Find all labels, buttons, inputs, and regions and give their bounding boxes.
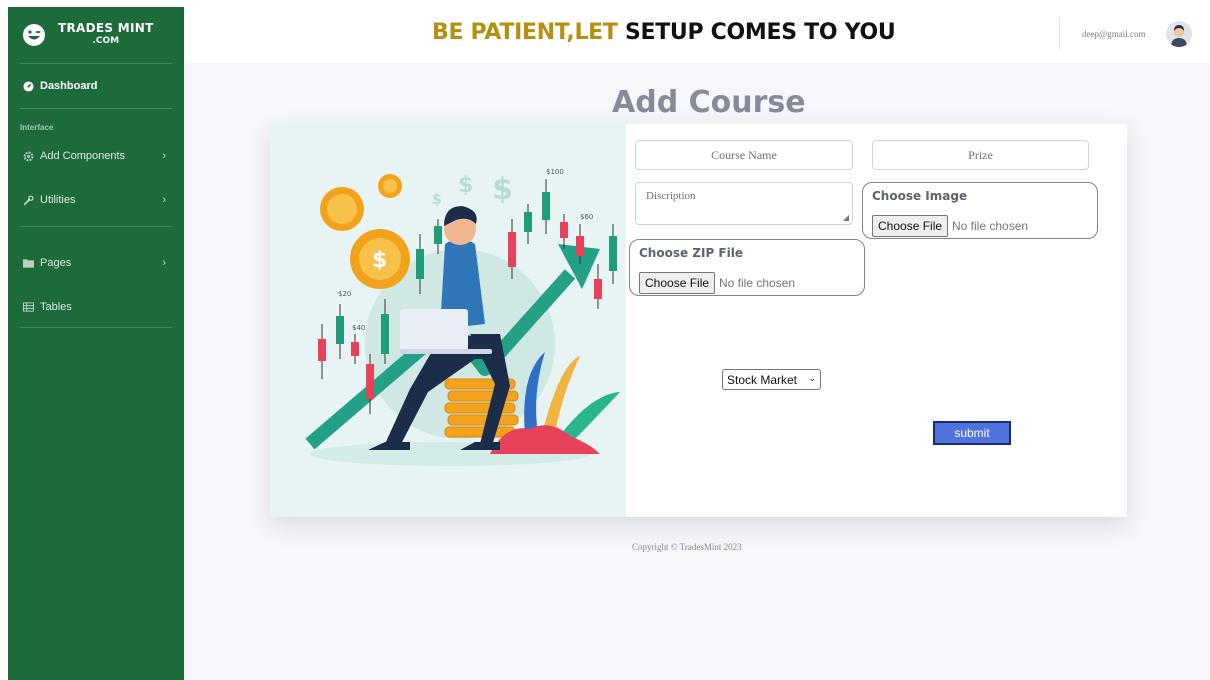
image-file-status: No file chosen <box>952 219 1029 233</box>
sidebar-divider <box>20 327 172 328</box>
price-label: $100 <box>546 168 564 176</box>
sidebar: TRADES MINT .COM Dashboard Interface Add… <box>8 7 184 680</box>
avatar[interactable] <box>1166 21 1192 47</box>
price-label: $20 <box>338 290 351 298</box>
page-title: Add Course <box>612 85 806 120</box>
page-headline: BE PATIENT,LET SETUP COMES TO YOU <box>432 20 896 45</box>
table-icon <box>20 299 36 315</box>
headline-part-2: SETUP COMES TO YOU <box>624 20 896 45</box>
chevron-right-icon: › <box>162 194 166 206</box>
sidebar-item-label: Pages <box>40 257 72 269</box>
svg-text:$: $ <box>458 173 473 198</box>
choose-zip-group: Choose ZIP File Choose File No file chos… <box>629 239 865 296</box>
price-label: $60 <box>580 213 593 221</box>
main-content: Add Course $100 $60 $20 $40 $ $ $ $ Cour… <box>184 63 1210 680</box>
category-selected-value: Stock Market <box>727 372 798 387</box>
trader-illustration: $100 $60 $20 $40 $ $ $ $ <box>305 168 620 466</box>
course-name-input[interactable]: Course Name <box>635 140 853 170</box>
wrench-icon <box>20 192 36 208</box>
topbar-divider <box>1059 17 1060 49</box>
user-avatar-icon <box>1166 21 1192 47</box>
sidebar-item-tables[interactable]: Tables <box>8 299 184 315</box>
category-select[interactable]: Stock Market ⌄ <box>722 369 821 390</box>
chevron-right-icon: › <box>162 257 166 269</box>
footer-copyright: Copyright © TradesMint 2023 <box>632 542 742 552</box>
gear-icon <box>20 148 36 164</box>
sidebar-item-add-components[interactable]: Add Components › <box>8 138 184 174</box>
prize-input[interactable]: Prize <box>872 140 1089 170</box>
sidebar-item-label: Add Components <box>40 150 125 162</box>
brand[interactable]: TRADES MINT .COM <box>8 7 184 63</box>
description-placeholder: Discription <box>646 190 696 202</box>
choose-zip-button[interactable]: Choose File <box>639 272 716 294</box>
price-label: $40 <box>352 324 365 332</box>
tachometer-icon <box>20 78 36 94</box>
user-email[interactable]: deep@gmail.com <box>1082 29 1146 39</box>
choose-image-label: Choose Image <box>872 189 968 203</box>
resize-handle-icon[interactable]: ◢ <box>843 213 849 222</box>
choose-image-button[interactable]: Choose File <box>872 215 949 237</box>
sidebar-item-label: Tables <box>40 301 72 313</box>
zip-file-status: No file chosen <box>719 276 796 290</box>
illustration-panel: $100 $60 $20 $40 $ $ $ $ <box>270 124 626 517</box>
add-course-card: $100 $60 $20 $40 $ $ $ $ Course Name Pri… <box>270 124 1127 517</box>
brand-domain: .COM <box>92 36 120 46</box>
sidebar-item-pages[interactable]: Pages › <box>8 227 184 299</box>
sidebar-item-label: Utilities <box>40 194 76 206</box>
choose-image-group: Choose Image Choose File No file chosen <box>862 182 1098 239</box>
submit-button[interactable]: submit <box>933 421 1011 445</box>
folder-icon <box>20 255 36 271</box>
brand-name: TRADES MINT <box>58 21 154 35</box>
sidebar-item-dashboard[interactable]: Dashboard <box>8 64 184 108</box>
chevron-down-icon: ⌄ <box>808 373 816 383</box>
sidebar-item-label: Dashboard <box>40 80 98 92</box>
svg-text:$: $ <box>432 192 442 208</box>
brand-text: TRADES MINT .COM <box>58 22 154 48</box>
svg-text:$: $ <box>492 172 513 207</box>
sidebar-item-utilities[interactable]: Utilities › <box>8 174 184 226</box>
headline-part-1: BE PATIENT,LET <box>432 20 625 45</box>
sidebar-heading: Interface <box>20 123 54 132</box>
topbar: BE PATIENT,LET SETUP COMES TO YOU deep@g… <box>184 7 1210 63</box>
coin-symbol: $ <box>372 248 387 273</box>
chevron-right-icon: › <box>162 150 166 162</box>
choose-zip-label: Choose ZIP File <box>639 246 743 260</box>
description-textarea[interactable]: Discription ◢ <box>635 182 853 225</box>
laugh-wink-icon <box>23 24 45 46</box>
